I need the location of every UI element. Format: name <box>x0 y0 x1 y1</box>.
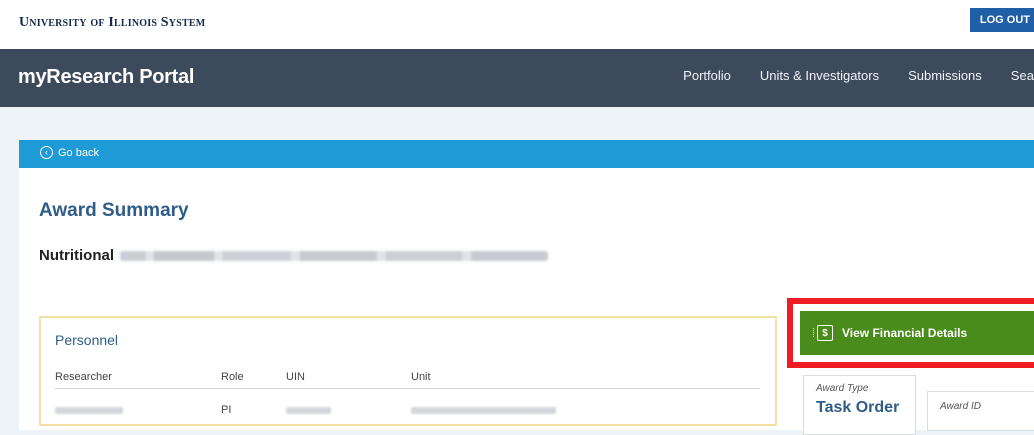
award-type-card: Award Type Task Order <box>803 375 916 435</box>
chevron-left-circle-icon: ‹ <box>40 146 53 159</box>
redacted-unit <box>411 407 556 414</box>
column-header-researcher: Researcher <box>55 371 112 383</box>
table-cell-role: PI <box>221 404 232 416</box>
personnel-panel: Personnel Researcher Role UIN Unit PI <box>39 316 777 426</box>
goback-label: Go back <box>58 146 99 159</box>
page-title: Award Summary <box>39 200 189 221</box>
portal-nav-bar: myResearch Portal Portfolio Units & Inve… <box>0 49 1034 107</box>
table-header-divider <box>55 388 760 389</box>
nav-submissions[interactable]: Submissions <box>908 68 982 83</box>
nav-portfolio[interactable]: Portfolio <box>683 68 731 83</box>
logout-button[interactable]: LOG OUT <box>969 8 1034 32</box>
award-id-label: Award ID <box>940 401 981 412</box>
project-title: Nutritional <box>39 247 548 264</box>
personnel-title: Personnel <box>55 332 119 348</box>
university-name: University of Illinois System <box>19 15 206 30</box>
award-id-card: Award ID <box>927 391 1034 431</box>
award-type-label: Award Type <box>816 383 869 394</box>
main-nav: Portfolio Units & Investigators Submissi… <box>654 68 1034 83</box>
project-title-text: Nutritional <box>39 247 114 264</box>
highlight-box: $ View Financial Details <box>787 298 1034 368</box>
nav-search[interactable]: Search <box>1011 68 1034 83</box>
redacted-title <box>120 250 548 261</box>
view-financial-details-button[interactable]: $ View Financial Details <box>800 311 1034 355</box>
redacted-researcher <box>55 407 123 414</box>
top-bar: University of Illinois System LOG OUT <box>0 0 1034 49</box>
column-header-role: Role <box>221 371 244 383</box>
award-type-value: Task Order <box>816 399 900 416</box>
redacted-uin <box>286 407 331 414</box>
column-header-uin: UIN <box>286 371 305 383</box>
portal-title[interactable]: myResearch Portal <box>18 66 194 89</box>
goback-link[interactable]: ‹ Go back <box>40 146 99 159</box>
dollar-ledger-icon: $ <box>813 325 833 341</box>
view-financial-details-label: View Financial Details <box>842 326 968 340</box>
column-header-unit: Unit <box>411 371 431 383</box>
goback-bar: ‹ Go back <box>19 140 1034 168</box>
nav-units-investigators[interactable]: Units & Investigators <box>760 68 879 83</box>
